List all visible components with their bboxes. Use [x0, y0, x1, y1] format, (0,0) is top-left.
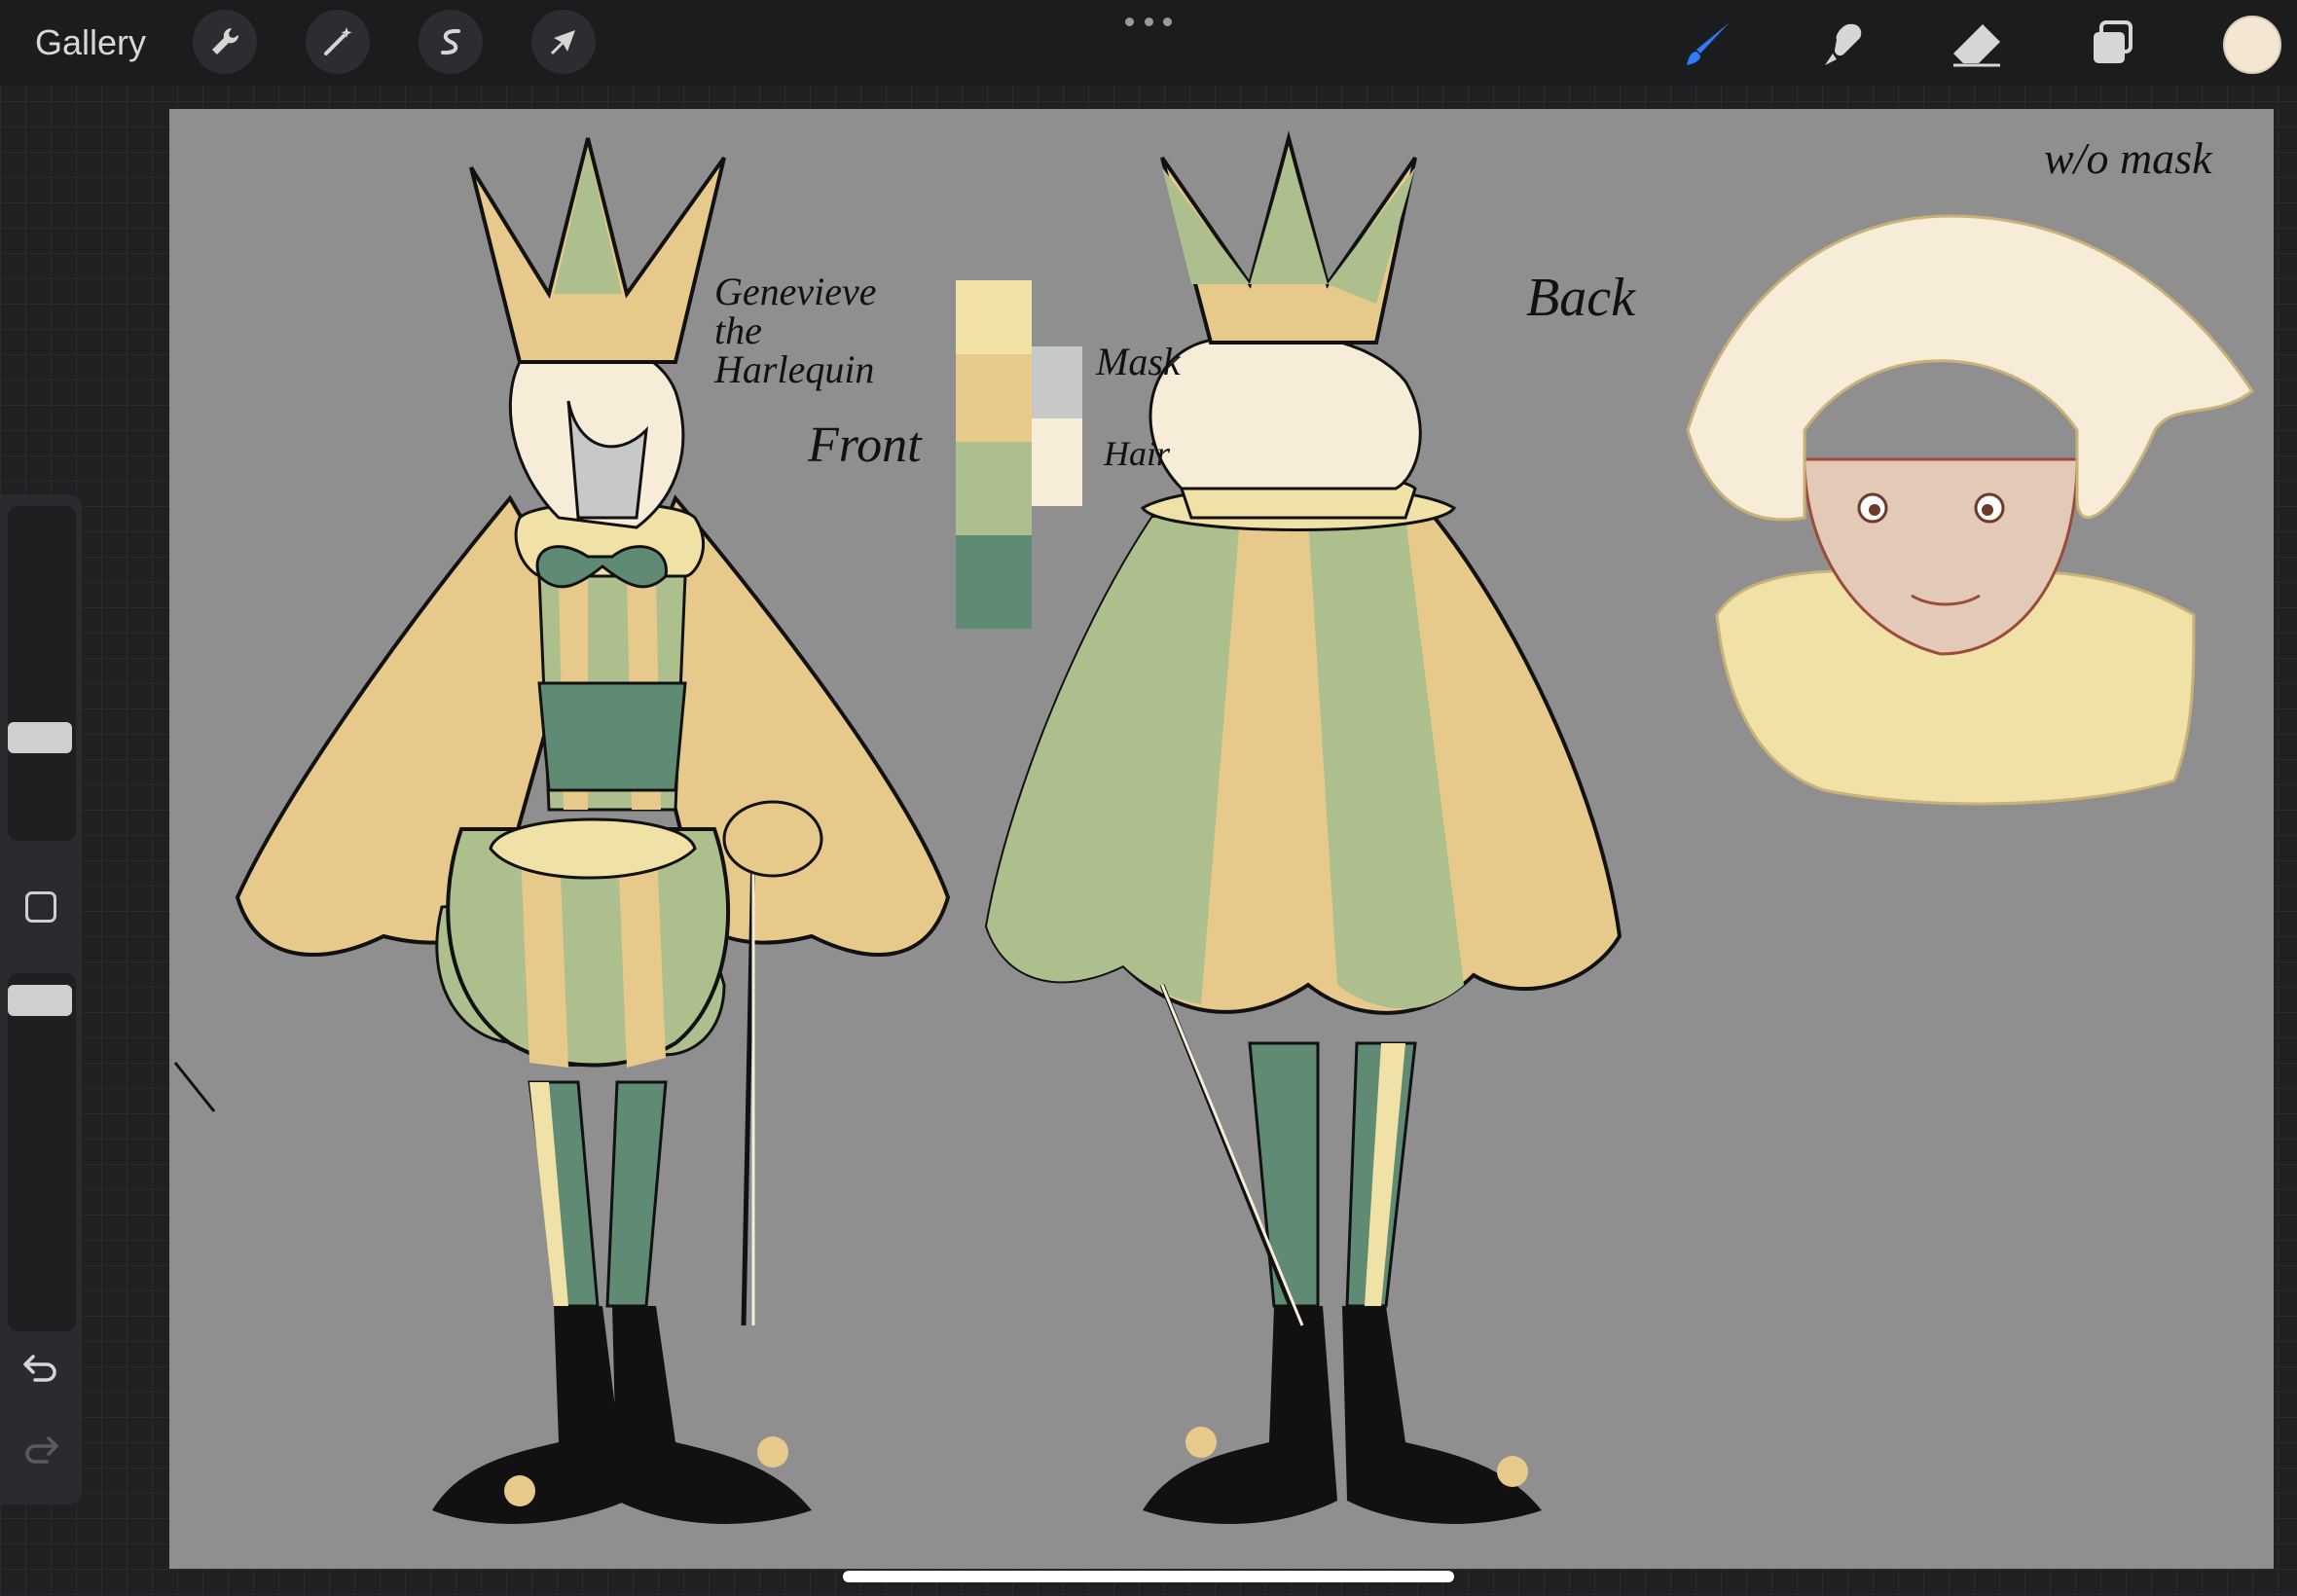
- brush-size-thumb[interactable]: [8, 722, 72, 753]
- selection-button[interactable]: [419, 10, 483, 74]
- artwork: [173, 130, 2255, 1524]
- undo-button[interactable]: [19, 1349, 62, 1388]
- wrench-icon: [212, 27, 239, 54]
- more-options-icon[interactable]: [1125, 12, 1172, 31]
- eraser-tool-button[interactable]: [1947, 14, 2007, 74]
- transform-button[interactable]: [531, 10, 596, 74]
- head-study: [1686, 214, 2255, 806]
- selection-icon: [441, 28, 460, 55]
- adjustments-button[interactable]: [306, 10, 370, 74]
- palette-swatch: [956, 535, 1032, 629]
- undo-icon: [23, 1355, 56, 1382]
- smudge-icon: [1825, 23, 1862, 65]
- top-toolbar: Gallery: [0, 0, 2297, 86]
- palette-swatch: [1032, 418, 1082, 506]
- palette-swatch: [956, 354, 1032, 442]
- opacity-slider[interactable]: [8, 973, 76, 1331]
- palette-swatch: [1032, 346, 1082, 418]
- brush-icon: [1687, 22, 1730, 65]
- arrow-cursor-icon: [550, 30, 575, 55]
- back-figure: [984, 130, 1622, 1524]
- brush-size-slider[interactable]: [8, 506, 76, 841]
- magic-wand-icon: [324, 27, 352, 55]
- without-mask-label: w/o mask: [2044, 133, 2212, 183]
- hair-label: Hair: [1104, 434, 1171, 473]
- layers-button[interactable]: [2083, 14, 2143, 74]
- color-palette: [956, 280, 1082, 629]
- layers-icon: [2094, 20, 2133, 63]
- smudge-tool-button[interactable]: [1812, 14, 1873, 74]
- palette-swatch: [956, 442, 1032, 535]
- left-sidebar: [0, 494, 82, 1505]
- redo-icon: [25, 1436, 58, 1464]
- back-label: Back: [1526, 268, 1635, 328]
- mask-label: Mask: [1096, 340, 1181, 383]
- drawing-canvas[interactable]: Genevieve the Harlequin Front Back Mask …: [169, 109, 2274, 1569]
- color-picker-button[interactable]: [2223, 16, 2281, 74]
- eraser-icon: [1953, 24, 2000, 67]
- brush-tool-button[interactable]: [1678, 14, 1738, 74]
- modify-button[interactable]: [25, 891, 56, 923]
- gallery-button[interactable]: Gallery: [35, 19, 146, 66]
- opacity-thumb[interactable]: [8, 985, 72, 1016]
- character-title: Genevieve the Harlequin: [714, 270, 877, 391]
- actions-button[interactable]: [193, 10, 257, 74]
- front-label: Front: [808, 417, 922, 473]
- redo-button[interactable]: [19, 1431, 62, 1469]
- home-indicator[interactable]: [843, 1571, 1454, 1582]
- palette-swatch: [956, 280, 1032, 354]
